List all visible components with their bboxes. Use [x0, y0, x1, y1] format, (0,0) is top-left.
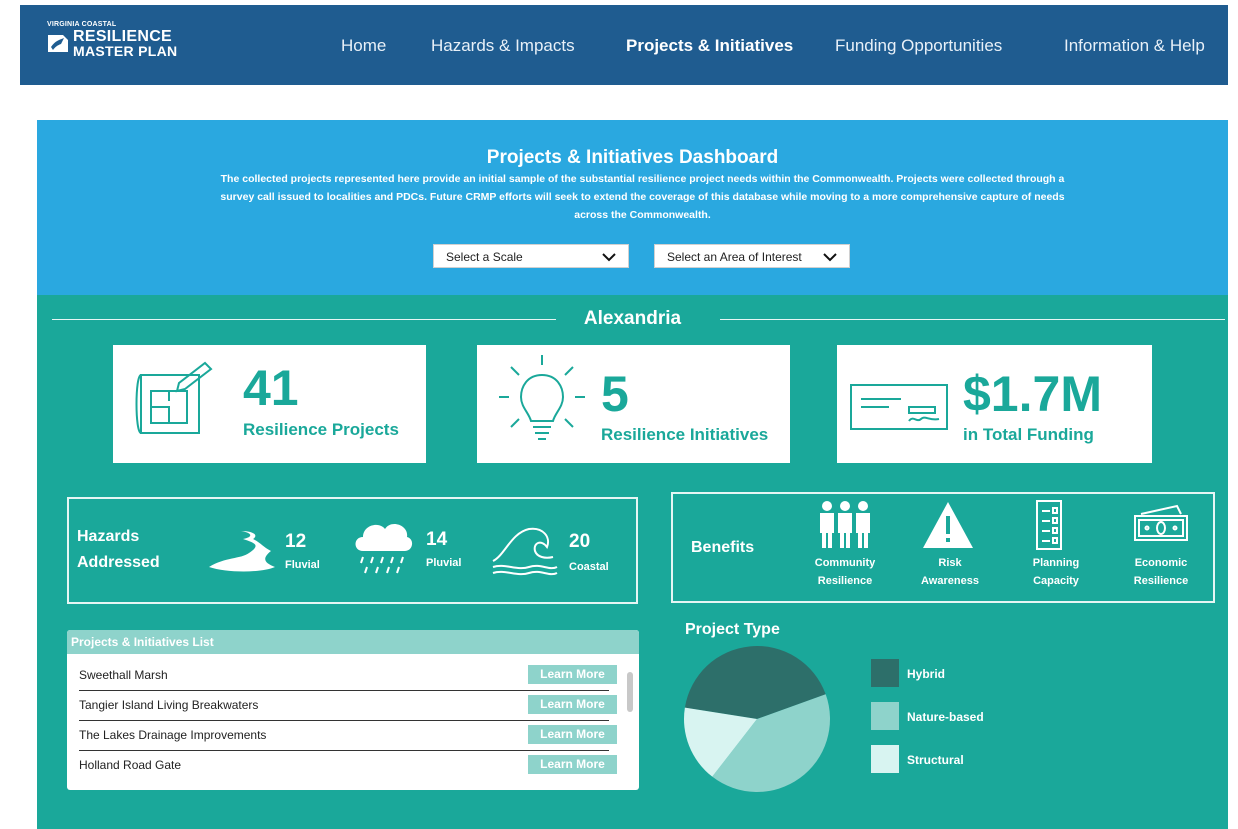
- hazards-heading-line-2: Addressed: [77, 554, 160, 571]
- stat-card-initiatives: 5 Resilience Initiatives: [477, 345, 790, 463]
- list-scrollbar[interactable]: [627, 672, 633, 712]
- legend-label-nature-based: Nature-based: [907, 710, 984, 724]
- legend-label-structural: Structural: [907, 753, 964, 767]
- money-icon: [1134, 504, 1188, 541]
- benefits-panel: Benefits Community Resilience Risk Aware…: [671, 492, 1215, 603]
- check-icon: [850, 384, 948, 430]
- nav-information-help[interactable]: Information & Help: [1064, 36, 1205, 56]
- learn-more-button[interactable]: Learn More: [528, 725, 617, 744]
- rain-cloud-icon: [355, 523, 413, 574]
- nav-hazards-impacts[interactable]: Hazards & Impacts: [431, 36, 575, 56]
- list-item: Holland Road Gate Learn More: [79, 750, 617, 780]
- projects-count: 41: [243, 360, 299, 416]
- legend-swatch-structural: [871, 745, 899, 773]
- fluvial-label: Fluvial: [285, 559, 320, 571]
- project-name: Holland Road Gate: [79, 758, 182, 772]
- warning-icon: [923, 502, 973, 548]
- dashboard-title: Projects & Initiatives Dashboard: [486, 147, 779, 168]
- learn-more-button[interactable]: Learn More: [528, 755, 617, 774]
- river-icon: [209, 531, 275, 572]
- nav-home[interactable]: Home: [341, 36, 386, 56]
- logo-mark-icon: [48, 35, 68, 52]
- learn-more-button[interactable]: Learn More: [528, 665, 617, 684]
- benefit-planning-line-2: Capacity: [1033, 575, 1079, 587]
- legend-swatch-nature-based: [871, 702, 899, 730]
- list-item: The Lakes Drainage Improvements Learn Mo…: [79, 720, 617, 751]
- scale-select-label: Select a Scale: [446, 250, 523, 264]
- stat-card-projects: 41 Resilience Projects: [113, 345, 426, 463]
- projects-list-heading: Projects & Initiatives List: [67, 630, 639, 654]
- wave-icon: [492, 527, 558, 576]
- initiatives-label: Resilience Initiatives: [601, 425, 769, 444]
- legend-label-hybrid: Hybrid: [907, 667, 946, 681]
- fluvial-count: 12: [285, 531, 307, 552]
- dashboard-intro: Projects & Initiatives Dashboard The col…: [37, 120, 1228, 295]
- coastal-label: Coastal: [569, 561, 609, 573]
- chevron-down-icon: [602, 253, 616, 262]
- pluvial-label: Pluvial: [426, 557, 462, 569]
- funding-label: in Total Funding: [963, 425, 1094, 444]
- coastal-count: 20: [569, 531, 591, 552]
- checklist-icon: [1036, 500, 1062, 550]
- logo-top-text: VIRGINIA COASTAL: [47, 21, 117, 28]
- logo-line-2: MASTER PLAN: [73, 43, 178, 59]
- learn-more-button[interactable]: Learn More: [528, 695, 617, 714]
- hazards-panel: Hazards Addressed 12 Fluvial 14 Pluvial …: [67, 497, 638, 604]
- legend-swatch-hybrid: [871, 659, 899, 687]
- stat-card-funding: $1.7M in Total Funding: [837, 345, 1152, 463]
- benefit-economic-line-2: Resilience: [1133, 575, 1189, 587]
- benefit-community-line-1: Community: [814, 557, 876, 569]
- hazards-heading-line-1: Hazards: [77, 528, 140, 545]
- list-item: Tangier Island Living Breakwaters Learn …: [79, 690, 617, 721]
- project-name: Sweethall Marsh: [79, 668, 168, 682]
- lightbulb-icon: [499, 355, 585, 440]
- benefit-risk-line-2: Awareness: [921, 575, 979, 587]
- area-select-label: Select an Area of Interest: [667, 250, 802, 264]
- benefit-community-line-2: Resilience: [817, 575, 873, 587]
- top-navigation-bar: VIRGINIA COASTAL RESILIENCE MASTER PLAN …: [20, 5, 1228, 85]
- benefit-economic-line-1: Economic: [1134, 557, 1188, 569]
- area-title: Alexandria: [583, 308, 682, 329]
- scale-select[interactable]: Select a Scale: [433, 244, 629, 268]
- funding-amount: $1.7M: [963, 366, 1102, 422]
- chart-title: Project Type: [685, 621, 780, 638]
- nav-projects-initiatives[interactable]: Projects & Initiatives: [626, 36, 793, 56]
- projects-list-panel: Projects & Initiatives List Sweethall Ma…: [67, 630, 639, 790]
- dashboard-description: The collected projects represented here …: [220, 173, 1065, 221]
- blueprint-icon: [135, 361, 213, 434]
- area-dashboard: Alexandria 41 Resilience Projects 5 Resi…: [37, 295, 1228, 829]
- people-icon: [820, 501, 870, 548]
- project-type-pie-chart: [684, 646, 830, 792]
- project-name: The Lakes Drainage Improvements: [79, 728, 267, 742]
- benefits-heading: Benefits: [691, 539, 755, 556]
- pluvial-count: 14: [426, 529, 448, 550]
- area-select[interactable]: Select an Area of Interest: [654, 244, 850, 268]
- projects-label: Resilience Projects: [243, 420, 399, 439]
- initiatives-count: 5: [601, 366, 629, 422]
- project-name: Tangier Island Living Breakwaters: [79, 698, 259, 712]
- benefit-planning-line-1: Planning: [1032, 557, 1080, 569]
- benefit-risk-line-1: Risk: [938, 557, 962, 569]
- nav-funding-opportunities[interactable]: Funding Opportunities: [835, 36, 1002, 56]
- chevron-down-icon: [823, 253, 837, 262]
- list-item: Sweethall Marsh Learn More: [79, 660, 617, 691]
